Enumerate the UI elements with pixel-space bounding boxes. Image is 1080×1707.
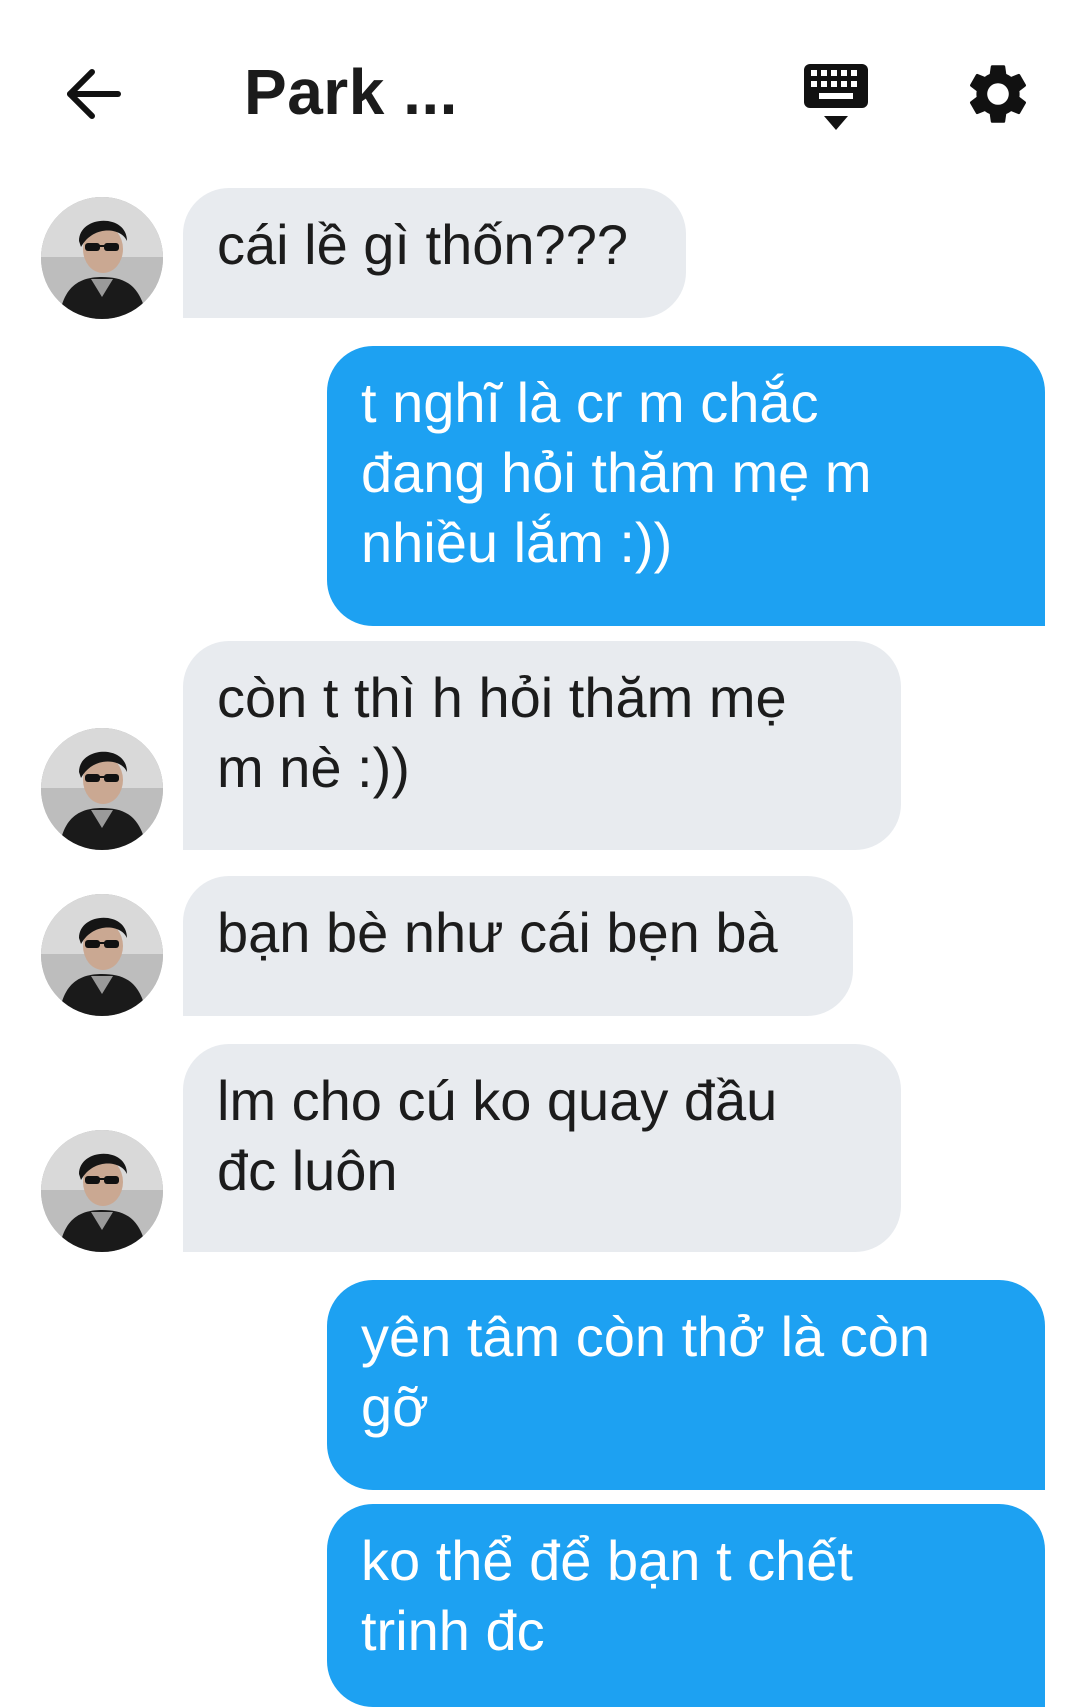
gear-icon (969, 65, 1027, 123)
avatar[interactable] (41, 894, 163, 1016)
message-bubble[interactable]: còn t thì h hỏi thăm mẹ m nè :)) (183, 641, 901, 850)
keyboard-toggle-button[interactable] (800, 60, 872, 138)
avatar[interactable] (41, 197, 163, 319)
avatar[interactable] (41, 728, 163, 850)
conversation-title: Park ... (244, 56, 458, 128)
settings-button[interactable] (962, 58, 1034, 130)
chat-header: Park ... (0, 0, 1080, 185)
avatar-photo (41, 1130, 163, 1252)
arrow-left-icon (67, 69, 121, 119)
message-bubble[interactable]: lm cho cú ko quay đầu đc luôn (183, 1044, 901, 1252)
message-bubble[interactable]: cái lề gì thốn??? (183, 188, 686, 318)
message-bubble[interactable]: t nghĩ là cr m chắc đang hỏi thăm mẹ m n… (327, 346, 1045, 626)
avatar-photo (41, 197, 163, 319)
avatar-photo (41, 894, 163, 1016)
message-bubble[interactable]: yên tâm còn thở là còn gỡ (327, 1280, 1045, 1490)
avatar-photo (41, 728, 163, 850)
back-button[interactable] (60, 62, 124, 126)
message-bubble[interactable]: bạn bè như cái bẹn bà (183, 876, 853, 1016)
avatar[interactable] (41, 1130, 163, 1252)
message-bubble[interactable]: ko thể để bạn t chết trinh đc (327, 1504, 1045, 1707)
keyboard-icon (804, 64, 868, 130)
